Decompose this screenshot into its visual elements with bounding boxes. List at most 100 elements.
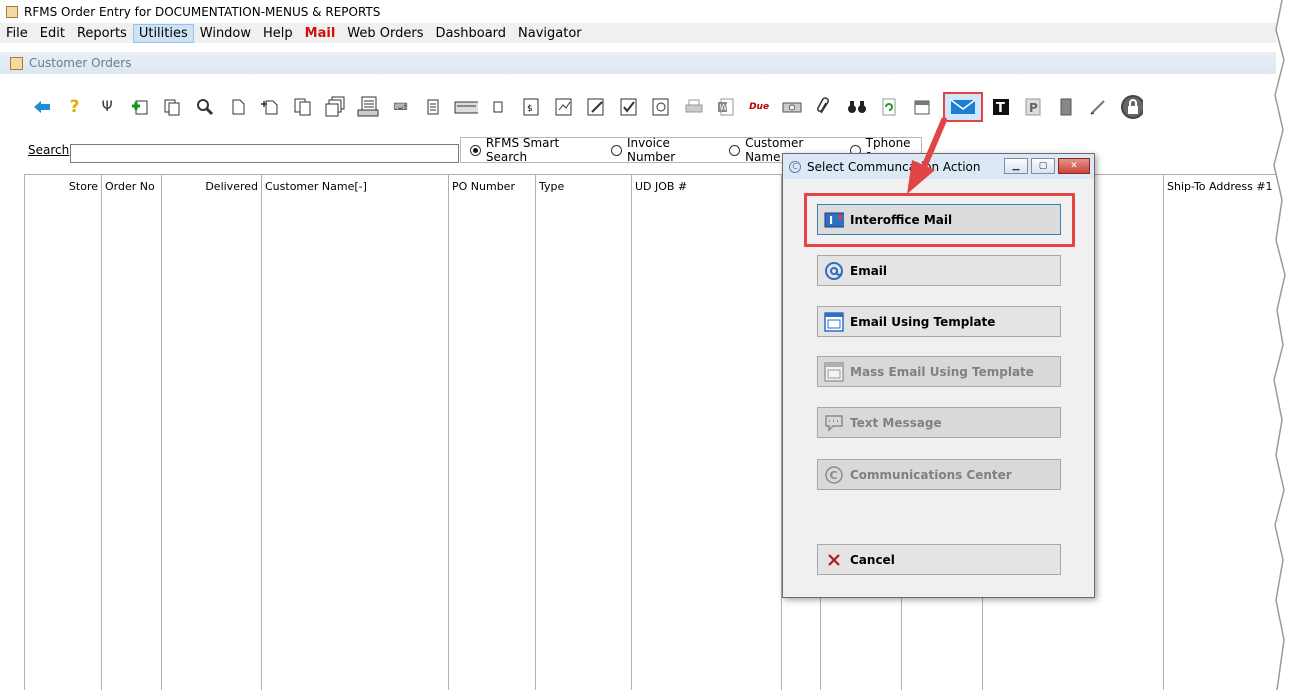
menu-utilities[interactable]: Utilities bbox=[132, 23, 194, 43]
radio-indicator bbox=[729, 144, 741, 156]
dialog-title-bar: C Select Communcation Action ▁ ▢ ✕ bbox=[783, 154, 1094, 179]
column-header: Delivered bbox=[205, 180, 258, 193]
printer-list-icon[interactable] bbox=[356, 95, 380, 119]
radio-smart-search[interactable]: RFMS Smart Search bbox=[470, 136, 602, 164]
column-customer-name[interactable]: Customer Name[-] bbox=[262, 175, 449, 690]
card-icon[interactable] bbox=[454, 95, 478, 119]
radio-indicator bbox=[611, 144, 622, 156]
word-icon[interactable]: W bbox=[714, 95, 738, 119]
back-arrow-icon[interactable] bbox=[30, 95, 54, 119]
column-order-no[interactable]: Order No bbox=[102, 175, 162, 690]
maximize-button[interactable]: ▢ bbox=[1031, 158, 1055, 174]
lock-icon[interactable] bbox=[1119, 95, 1143, 119]
radio-invoice-number[interactable]: Invoice Number bbox=[611, 136, 720, 164]
communications-center-icon: C bbox=[824, 465, 844, 485]
column-po-number[interactable]: PO Number bbox=[449, 175, 536, 690]
menu-window[interactable]: Window bbox=[194, 24, 257, 43]
title-bar: RFMS Order Entry for DOCUMENTATION-MENUS… bbox=[0, 0, 1276, 23]
child-window-icon bbox=[10, 56, 23, 70]
svg-text:W: W bbox=[720, 103, 728, 112]
new-document-icon[interactable] bbox=[258, 95, 282, 119]
refresh-icon[interactable] bbox=[877, 95, 901, 119]
menu-edit[interactable]: Edit bbox=[34, 24, 71, 43]
text-t-icon[interactable]: T bbox=[989, 95, 1013, 119]
mass-email-using-template-button[interactable]: Mass Email Using Template bbox=[817, 356, 1061, 387]
button-label: Cancel bbox=[850, 552, 895, 567]
highlight-box bbox=[804, 193, 1075, 247]
menu-help[interactable]: Help bbox=[257, 24, 299, 43]
menu-navigator[interactable]: Navigator bbox=[512, 24, 588, 43]
dialog-title: Select Communcation Action bbox=[807, 159, 981, 174]
document-icon[interactable] bbox=[226, 95, 250, 119]
column-type[interactable]: Type bbox=[536, 175, 632, 690]
close-button[interactable]: ✕ bbox=[1058, 158, 1090, 174]
duplicate-icon[interactable] bbox=[291, 95, 315, 119]
search-label: Search bbox=[28, 143, 70, 157]
cancel-button[interactable]: Cancel bbox=[817, 544, 1061, 575]
text-message-button[interactable]: Text Message bbox=[817, 407, 1061, 438]
column-ud-job[interactable]: UD JOB # bbox=[632, 175, 782, 690]
child-window-title-bar: Customer Orders bbox=[0, 52, 1276, 74]
column-store[interactable]: Store bbox=[25, 175, 102, 690]
register-icon[interactable]: ⌨ bbox=[389, 95, 413, 119]
minimize-button[interactable]: ▁ bbox=[1004, 158, 1028, 174]
column-header: Customer Name[-] bbox=[265, 180, 367, 193]
add-order-icon[interactable] bbox=[128, 95, 152, 119]
pen-icon[interactable] bbox=[1086, 95, 1110, 119]
column-ship-to-address[interactable]: Ship-To Address #1 bbox=[1164, 175, 1276, 690]
tools-icon[interactable]: Ψ bbox=[95, 95, 119, 119]
app-window: RFMS Order Entry for DOCUMENTATION-MENUS… bbox=[0, 0, 1276, 690]
child-window-title: Customer Orders bbox=[29, 56, 132, 70]
svg-text:$: $ bbox=[527, 104, 533, 114]
menu-file[interactable]: File bbox=[0, 24, 34, 43]
stack-icon[interactable] bbox=[323, 95, 347, 119]
help-icon[interactable]: ? bbox=[63, 95, 87, 119]
copy-order-icon[interactable] bbox=[160, 95, 184, 119]
column-header: Type bbox=[539, 180, 565, 193]
window-controls: ▁ ▢ ✕ bbox=[1001, 158, 1090, 174]
menu-dashboard[interactable]: Dashboard bbox=[430, 24, 513, 43]
page-icon[interactable] bbox=[421, 95, 445, 119]
column-header: Ship-To Address #1 bbox=[1167, 180, 1273, 193]
book-icon[interactable] bbox=[1054, 95, 1078, 119]
mass-template-icon bbox=[824, 361, 844, 382]
calendar-icon[interactable] bbox=[910, 95, 934, 119]
money-icon[interactable] bbox=[780, 95, 804, 119]
email-button[interactable]: Email bbox=[817, 255, 1061, 286]
speech-bubble-icon bbox=[824, 413, 844, 433]
paperclip-icon[interactable] bbox=[812, 95, 836, 119]
zoom-report-icon[interactable] bbox=[649, 95, 673, 119]
at-sign-icon bbox=[824, 261, 844, 281]
button-label: Text Message bbox=[850, 415, 942, 430]
report-icon[interactable] bbox=[552, 95, 576, 119]
close-icon: ✕ bbox=[1070, 161, 1078, 171]
invoice-icon[interactable]: $ bbox=[519, 95, 543, 119]
email-using-template-button[interactable]: Email Using Template bbox=[817, 306, 1061, 337]
window-title: RFMS Order Entry for DOCUMENTATION-MENUS… bbox=[24, 4, 381, 19]
search-icon[interactable] bbox=[193, 95, 217, 119]
column-header: PO Number bbox=[452, 180, 515, 193]
menu-bar: File Edit Reports Utilities Window Help … bbox=[0, 23, 1276, 43]
column-delivered[interactable]: Delivered bbox=[162, 175, 262, 690]
cancel-x-icon bbox=[824, 550, 844, 570]
due-icon[interactable]: Due bbox=[747, 95, 771, 119]
binoculars-icon[interactable] bbox=[845, 95, 869, 119]
column-header: Store bbox=[68, 180, 98, 193]
search-input[interactable] bbox=[70, 144, 459, 163]
app-icon bbox=[6, 5, 18, 18]
button-label: Email bbox=[850, 263, 888, 278]
approve-icon[interactable] bbox=[617, 95, 641, 119]
text-p-icon[interactable]: P bbox=[1021, 95, 1045, 119]
menu-web-orders[interactable]: Web Orders bbox=[341, 24, 429, 43]
communications-icon: C bbox=[789, 160, 801, 173]
menu-reports[interactable]: Reports bbox=[71, 24, 133, 43]
small-page-icon[interactable] bbox=[486, 95, 510, 119]
communications-center-button[interactable]: C Communications Center bbox=[817, 459, 1061, 490]
menu-mail[interactable]: Mail bbox=[299, 24, 342, 43]
mail-icon[interactable] bbox=[942, 92, 983, 122]
column-header: UD JOB # bbox=[635, 180, 688, 193]
column-header: Order No bbox=[105, 180, 155, 193]
edit-report-icon[interactable] bbox=[584, 95, 608, 119]
printer-icon[interactable] bbox=[682, 95, 706, 119]
torn-edge bbox=[1272, 0, 1302, 690]
